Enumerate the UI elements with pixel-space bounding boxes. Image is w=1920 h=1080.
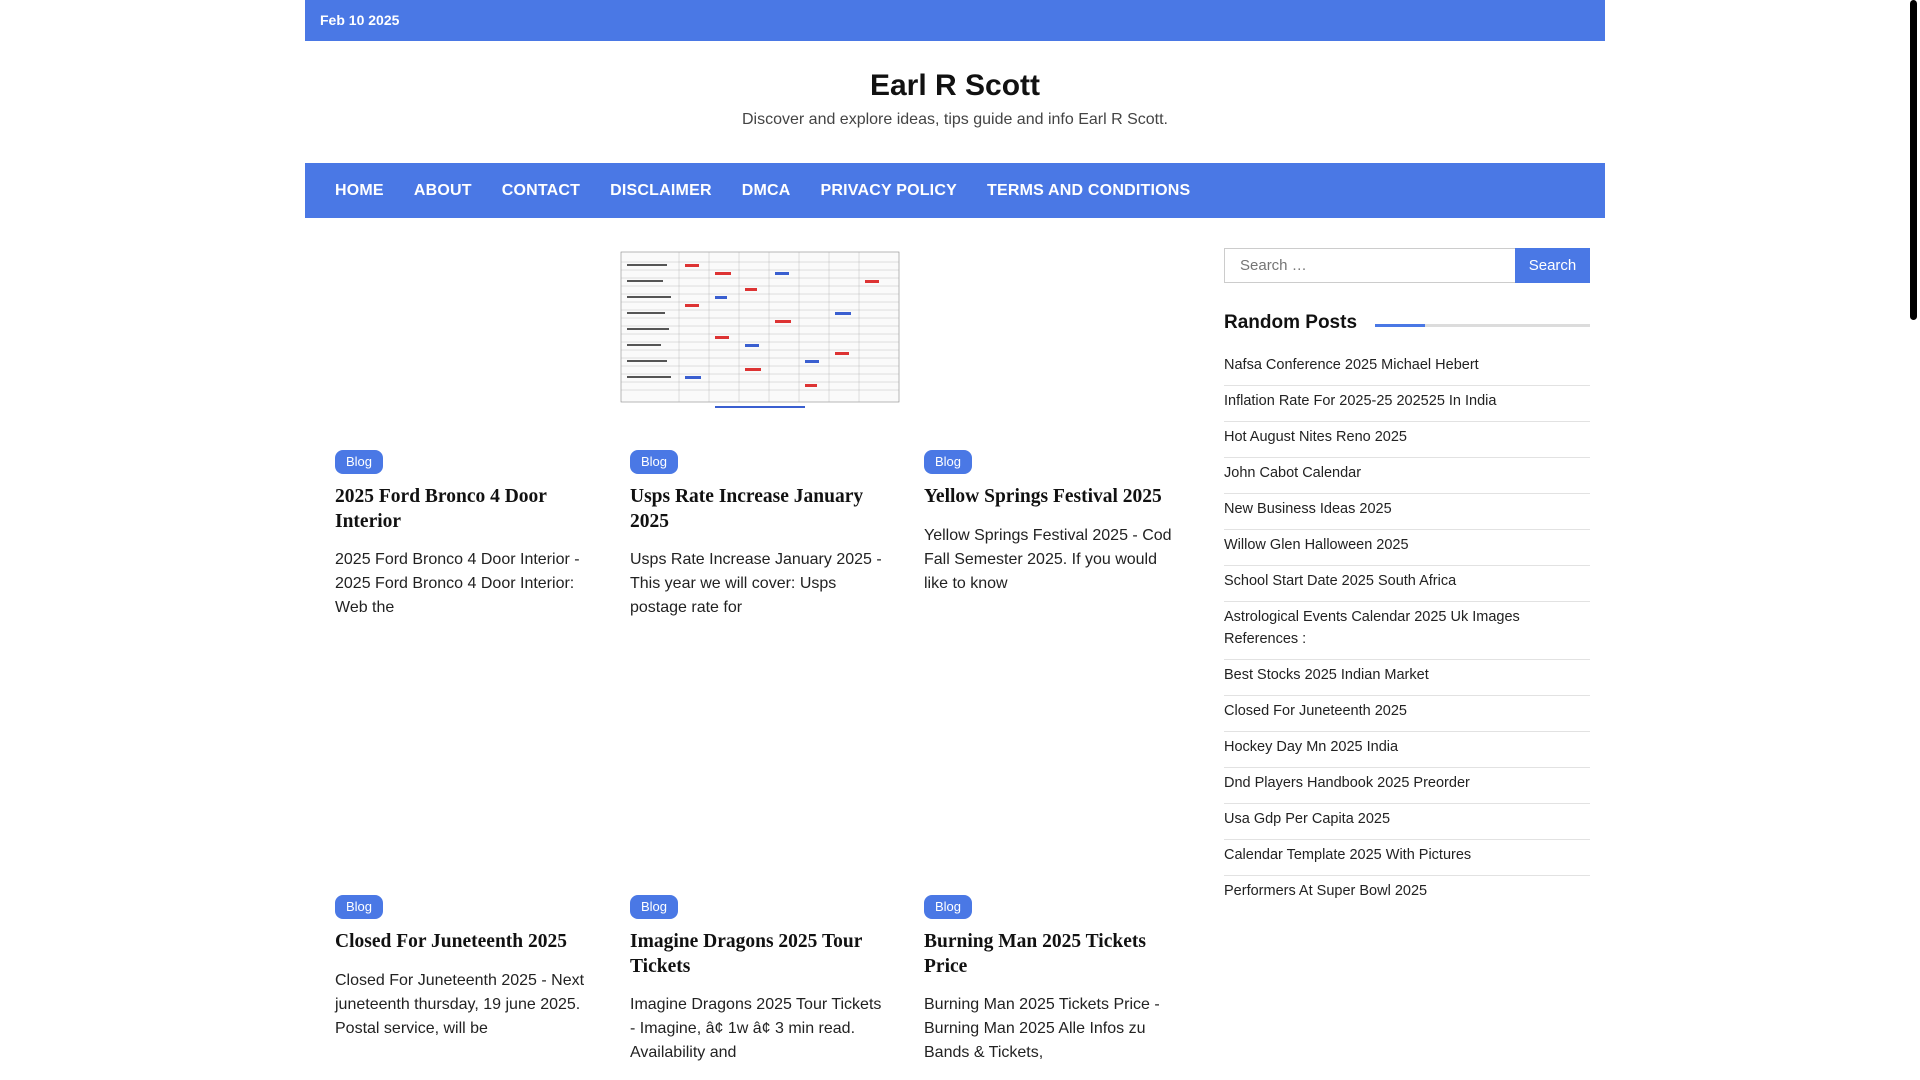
post-title[interactable]: Imagine Dragons 2025 Tour Tickets <box>630 929 890 979</box>
post-title[interactable]: Yellow Springs Festival 2025 <box>924 484 1184 509</box>
post-title[interactable]: Usps Rate Increase January 2025 <box>630 484 890 534</box>
random-post-link[interactable]: Inflation Rate For 2025-25 202525 In Ind… <box>1224 386 1590 422</box>
random-post-link[interactable]: Best Stocks 2025 Indian Market <box>1224 660 1590 696</box>
random-post-link[interactable]: School Start Date 2025 South Africa <box>1224 566 1590 602</box>
category-badge[interactable]: Blog <box>924 895 973 919</box>
nav-privacy-policy[interactable]: PRIVACY POLICY <box>821 182 957 200</box>
site-tagline: Discover and explore ideas, tips guide a… <box>741 111 1168 128</box>
search-input[interactable] <box>1224 248 1516 283</box>
random-post-link[interactable]: John Cabot Calendar <box>1224 458 1590 494</box>
scrollbar[interactable] <box>1905 0 1920 1080</box>
random-post-link[interactable]: Nafsa Conference 2025 Michael Hebert <box>1224 350 1590 386</box>
post-excerpt: 2025 Ford Bronco 4 Door Interior - 2025 … <box>335 551 580 616</box>
post-excerpt: Yellow Springs Festival 2025 - Cod Fall … <box>924 527 1172 592</box>
nav-terms-and-conditions[interactable]: TERMS AND CONDITIONS <box>987 182 1190 200</box>
post-title[interactable]: Burning Man 2025 Tickets Price <box>924 929 1184 979</box>
random-post-link[interactable]: Astrological Events Calendar 2025 Uk Ima… <box>1224 602 1590 660</box>
post-title[interactable]: 2025 Ford Bronco 4 Door Interior <box>335 484 595 534</box>
random-posts-list: Nafsa Conference 2025 Michael Hebert Inf… <box>1224 350 1590 911</box>
category-badge[interactable]: Blog <box>630 450 679 474</box>
random-post-link[interactable]: Willow Glen Halloween 2025 <box>1224 530 1590 566</box>
top-bar: Feb 10 2025 <box>305 0 1605 41</box>
random-post-link[interactable]: Closed For Juneteenth 2025 <box>1224 696 1590 732</box>
random-post-link[interactable]: Dnd Players Handbook 2025 Preorder <box>1224 768 1590 804</box>
category-badge[interactable]: Blog <box>630 895 679 919</box>
category-badge[interactable]: Blog <box>924 450 973 474</box>
nav-dmca[interactable]: DMCA <box>742 182 791 200</box>
post-excerpt: Closed For Juneteenth 2025 - Next junete… <box>335 972 585 1037</box>
nav-about[interactable]: ABOUT <box>414 182 472 200</box>
post-excerpt: Burning Man 2025 Tickets Price - Burning… <box>924 996 1160 1061</box>
random-post-link[interactable]: Usa Gdp Per Capita 2025 <box>1224 804 1590 840</box>
post-excerpt: Imagine Dragons 2025 Tour Tickets - Imag… <box>630 996 882 1061</box>
heading-accent <box>1375 324 1425 327</box>
random-posts-heading: Random Posts <box>1224 312 1358 333</box>
current-date: Feb 10 2025 <box>320 12 400 28</box>
nav-disclaimer[interactable]: DISCLAIMER <box>610 182 712 200</box>
random-post-link[interactable]: Hockey Day Mn 2025 India <box>1224 732 1590 768</box>
site-title[interactable]: Earl R Scott <box>305 69 1605 103</box>
nav-contact[interactable]: CONTACT <box>502 182 580 200</box>
scrollbar-thumb[interactable] <box>1910 0 1917 320</box>
category-badge[interactable]: Blog <box>335 895 384 919</box>
nav-home[interactable]: HOME <box>335 182 384 200</box>
site-header: Earl R Scott Discover and explore ideas,… <box>305 41 1605 163</box>
search-button[interactable]: Search <box>1515 248 1590 283</box>
post-excerpt: Usps Rate Increase January 2025 - This y… <box>630 551 882 616</box>
post-title[interactable]: Closed For Juneteenth 2025 <box>335 929 595 954</box>
main-nav: HOME ABOUT CONTACT DISCLAIMER DMCA PRIVA… <box>305 163 1605 218</box>
random-post-link[interactable]: Hot August Nites Reno 2025 <box>1224 422 1590 458</box>
random-post-link[interactable]: Calendar Template 2025 With Pictures <box>1224 840 1590 876</box>
category-badge[interactable]: Blog <box>335 450 384 474</box>
post-thumbnail[interactable] <box>615 248 905 413</box>
random-post-link[interactable]: Performers At Super Bowl 2025 <box>1224 876 1590 911</box>
random-post-link[interactable]: New Business Ideas 2025 <box>1224 494 1590 530</box>
